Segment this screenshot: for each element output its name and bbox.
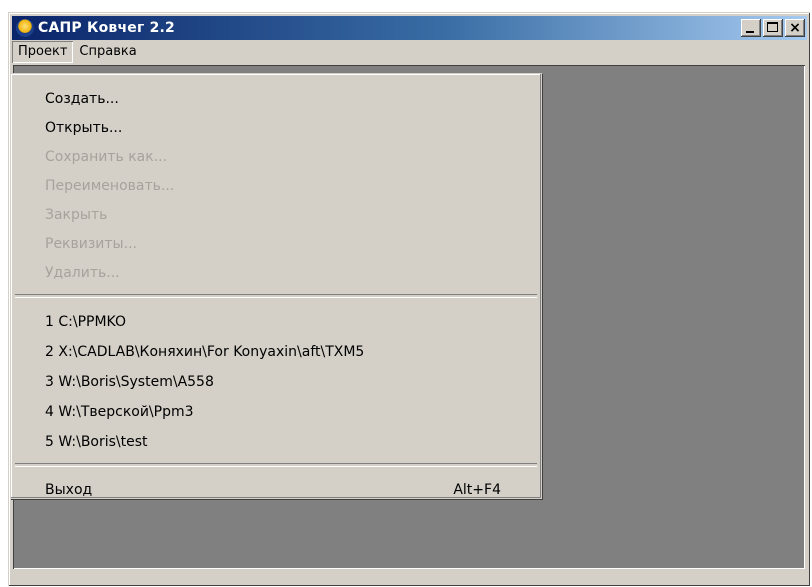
menu-bar: Проект Справка [12,41,807,63]
recent-project-1[interactable]: 1 C:\PPMKO [11,307,541,337]
minimize-icon [746,31,754,33]
close-icon: × [789,20,801,36]
recent-project-4[interactable]: 4 W:\Тверской\Ppm3 [11,397,541,427]
exit-label: Выход [45,482,93,498]
menu-item-delete[interactable]: Удалить... [11,259,541,288]
menu-item-rename[interactable]: Переименовать... [11,172,541,201]
menu-item-save-as[interactable]: Сохранить как... [11,143,541,172]
recent-project-3[interactable]: 3 W:\Boris\System\A558 [11,367,541,397]
menu-project[interactable]: Проект [12,41,73,63]
recent-project-2[interactable]: 2 X:\CADLAB\Коняхин\For Konyaxin\aft\TXM… [11,337,541,367]
menu-item-close[interactable]: Закрыть [11,201,541,230]
window-controls: × [739,19,805,37]
menu-item-properties[interactable]: Реквизиты... [11,230,541,259]
window-title: САПР Ковчег 2.2 [38,20,175,36]
exit-shortcut: Alt+F4 [453,482,501,498]
project-menu-dropdown: Создать... Открыть... Сохранить как... П… [10,73,542,499]
menu-separator [15,463,537,467]
title-bar[interactable]: САПР Ковчег 2.2 × [12,16,807,40]
minimize-button[interactable] [741,19,761,37]
status-bar [12,571,807,585]
menu-item-exit[interactable]: Выход Alt+F4 [11,476,541,505]
close-button[interactable]: × [785,19,805,37]
menu-item-create[interactable]: Создать... [11,85,541,114]
menu-separator [15,294,537,298]
maximize-icon [767,22,778,32]
app-emblem-icon[interactable] [16,19,34,37]
maximize-button[interactable] [763,19,783,37]
menu-help[interactable]: Справка [73,41,142,63]
recent-project-5[interactable]: 5 W:\Boris\test [11,427,541,457]
menu-item-open[interactable]: Открыть... [11,114,541,143]
